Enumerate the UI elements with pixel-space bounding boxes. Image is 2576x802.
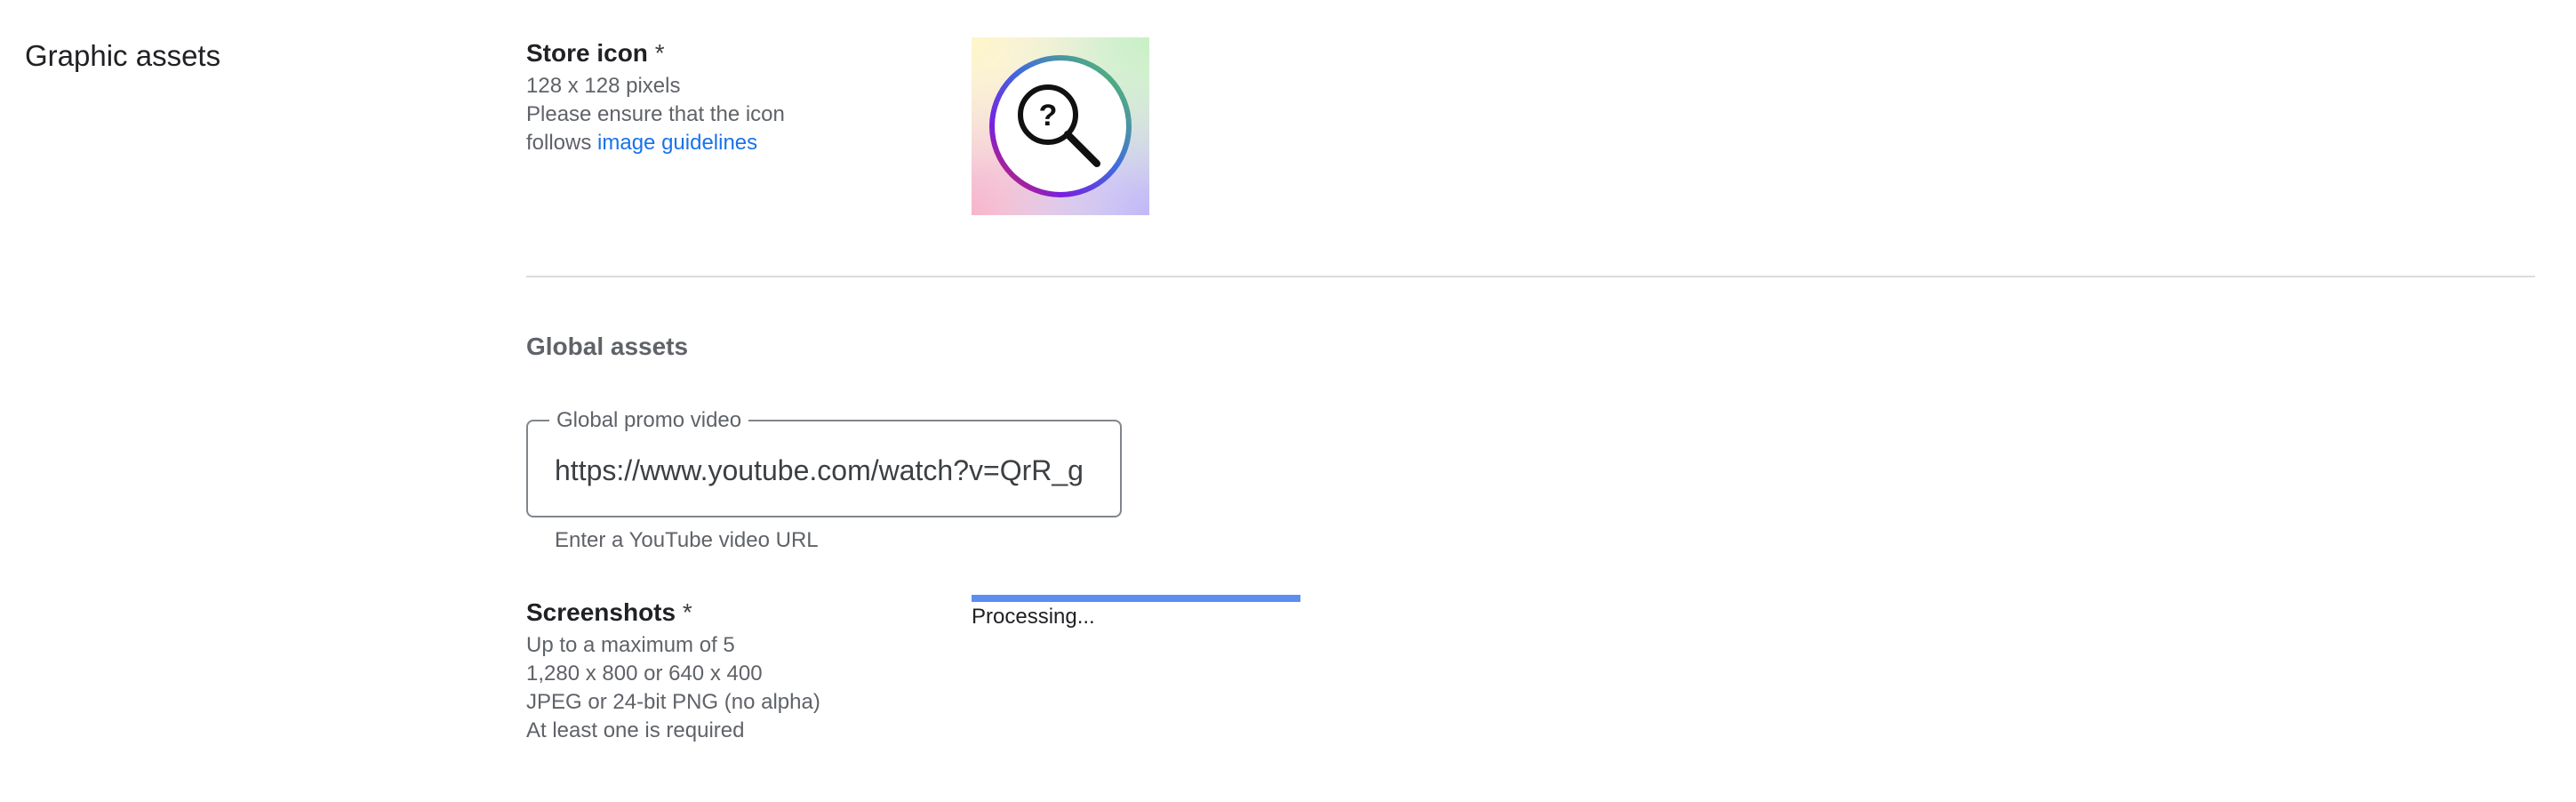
section-divider xyxy=(526,276,2535,277)
graphic-assets-content: Store icon * 128 x 128 pixels Please ens… xyxy=(526,0,2535,802)
processing-status: Processing... xyxy=(972,605,1095,629)
global-promo-video-field[interactable]: Global promo video xyxy=(526,408,1122,517)
screenshots-hint-line: At least one is required xyxy=(526,718,745,742)
upload-progress-bar xyxy=(972,595,1300,602)
store-icon-label-text: Store icon xyxy=(526,39,648,67)
promo-video-helper-text: Enter a YouTube video URL xyxy=(555,528,819,552)
store-icon-guideline-prefix: follows xyxy=(526,131,598,155)
screenshots-label: Screenshots * xyxy=(526,598,692,627)
global-assets-heading: Global assets xyxy=(526,333,689,360)
store-icon-hint: 128 x 128 pixels Please ensure that the … xyxy=(526,72,785,157)
screenshots-hint-line: JPEG or 24-bit PNG (no alpha) xyxy=(526,690,820,714)
required-marker: * xyxy=(682,598,692,626)
store-icon-guideline-line: follows image guidelines xyxy=(526,129,785,157)
store-icon-guideline-hint: Please ensure that the icon xyxy=(526,102,785,126)
store-icon-size-hint: 128 x 128 pixels xyxy=(526,74,681,98)
svg-text:?: ? xyxy=(1039,99,1058,132)
magnifier-question-icon: ? xyxy=(989,55,1132,197)
image-guidelines-link[interactable]: image guidelines xyxy=(597,131,757,155)
screenshots-hint: Up to a maximum of 5 1,280 x 800 or 640 … xyxy=(526,631,820,745)
global-promo-video-label: Global promo video xyxy=(549,408,749,433)
screenshots-hint-line: Up to a maximum of 5 xyxy=(526,633,735,657)
screenshots-label-text: Screenshots xyxy=(526,598,676,626)
store-icon-label: Store icon * xyxy=(526,39,665,68)
section-title: Graphic assets xyxy=(25,39,221,72)
required-marker: * xyxy=(654,39,665,67)
global-promo-video-input[interactable] xyxy=(555,448,1097,493)
store-icon-preview[interactable]: ? xyxy=(972,37,1149,215)
screenshots-hint-line: 1,280 x 800 or 640 x 400 xyxy=(526,662,763,686)
